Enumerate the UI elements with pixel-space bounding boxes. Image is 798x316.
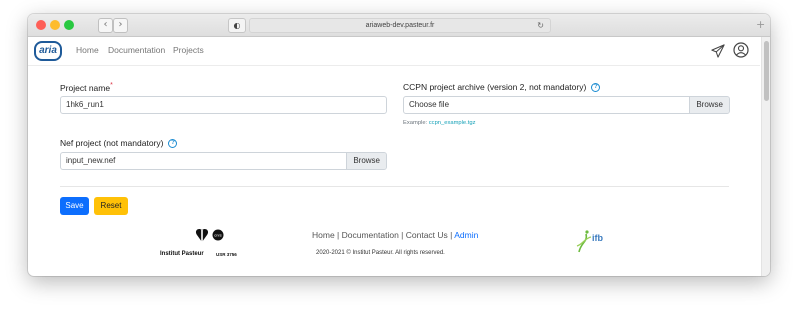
institut-pasteur-text: Institut Pasteur	[160, 251, 204, 257]
page-scrollbar[interactable]	[761, 37, 770, 276]
reset-button[interactable]: Reset	[94, 197, 128, 215]
maximize-window-button[interactable]	[64, 20, 74, 30]
chevron-right-icon[interactable]: ›	[113, 18, 128, 33]
nef-file-value: input_new.nef	[66, 156, 116, 165]
ccpn-file-input[interactable]: Choose file Browse	[403, 96, 730, 114]
ifb-logo: ifb	[576, 228, 616, 256]
scrollbar-thumb[interactable]	[764, 41, 769, 101]
ccpn-file-value: Choose file	[409, 100, 450, 109]
institut-pasteur-logo: cnrs Institut Pasteur USR 3756	[160, 228, 240, 262]
cnrs-text: cnrs	[214, 233, 222, 238]
ccpn-archive-label: CCPN project archive (version 2, not man…	[403, 82, 601, 93]
form-divider	[60, 186, 729, 187]
project-name-label: Project name*	[60, 82, 113, 93]
institut-pasteur-emblem-icon	[195, 228, 209, 242]
cnrs-logo-icon: cnrs	[212, 229, 224, 241]
privacy-shield-icon[interactable]: ◐	[228, 18, 246, 33]
logo-text: aria	[39, 45, 57, 56]
new-tab-icon[interactable]: +	[756, 18, 765, 31]
project-name-value: 1hk6_run1	[66, 100, 104, 109]
footer-admin-link[interactable]: Admin	[454, 230, 478, 240]
reload-icon[interactable]: ↻	[537, 19, 544, 32]
nef-project-label-text: Nef project (not mandatory)	[60, 138, 164, 148]
nef-file-input[interactable]: input_new.nef Browse	[60, 152, 387, 170]
nav-home-link[interactable]: Home	[76, 45, 99, 55]
project-name-label-text: Project name	[60, 82, 111, 93]
ccpn-archive-label-text: CCPN project archive (version 2, not man…	[403, 82, 587, 92]
copyright-text: 2020-2021 © Institut Pasteur. All rights…	[316, 250, 445, 256]
footer-separator: |	[334, 230, 342, 240]
footer-separator: |	[398, 230, 406, 240]
footer-contact-link[interactable]: Contact Us	[406, 230, 448, 240]
aria-logo[interactable]: aria	[34, 41, 62, 61]
nef-project-label: Nef project (not mandatory)?	[60, 138, 178, 149]
nav-projects-link[interactable]: Projects	[173, 45, 204, 55]
user-circle-icon[interactable]	[733, 42, 749, 58]
help-icon[interactable]: ?	[168, 139, 178, 149]
help-icon[interactable]: ?	[591, 83, 601, 93]
chevron-left-icon[interactable]: ‹	[98, 18, 113, 33]
minimize-window-button[interactable]	[50, 20, 60, 30]
browser-window: ‹ › ◐ ariaweb-dev.pasteur.fr ↻ + aria Ho…	[28, 14, 770, 276]
paper-plane-icon[interactable]	[711, 44, 725, 58]
address-bar[interactable]: ariaweb-dev.pasteur.fr ↻	[249, 18, 551, 33]
close-window-button[interactable]	[36, 20, 46, 30]
required-marker: *	[110, 82, 113, 89]
ccpn-example-link[interactable]: ccpn_example.tgz	[429, 120, 476, 126]
ifb-text: ifb	[592, 233, 603, 243]
app-navbar: aria Home Documentation Projects	[28, 37, 760, 66]
usr-text: USR 3756	[216, 252, 237, 257]
nav-documentation-link[interactable]: Documentation	[108, 45, 165, 55]
project-name-input[interactable]: 1hk6_run1	[60, 96, 387, 114]
url-text: ariaweb-dev.pasteur.fr	[365, 22, 435, 29]
footer-home-link[interactable]: Home	[312, 230, 335, 240]
nef-browse-button[interactable]: Browse	[346, 153, 386, 169]
footer-links: Home | Documentation | Contact Us | Admi…	[312, 230, 478, 240]
ccpn-browse-button[interactable]: Browse	[689, 97, 729, 113]
save-button[interactable]: Save	[60, 197, 89, 215]
ccpn-example-hint: Example: ccpn_example.tgz	[403, 120, 476, 126]
browser-titlebar: ‹ › ◐ ariaweb-dev.pasteur.fr ↻ +	[28, 14, 770, 37]
example-prefix: Example:	[403, 120, 429, 126]
footer-documentation-link[interactable]: Documentation	[342, 230, 399, 240]
